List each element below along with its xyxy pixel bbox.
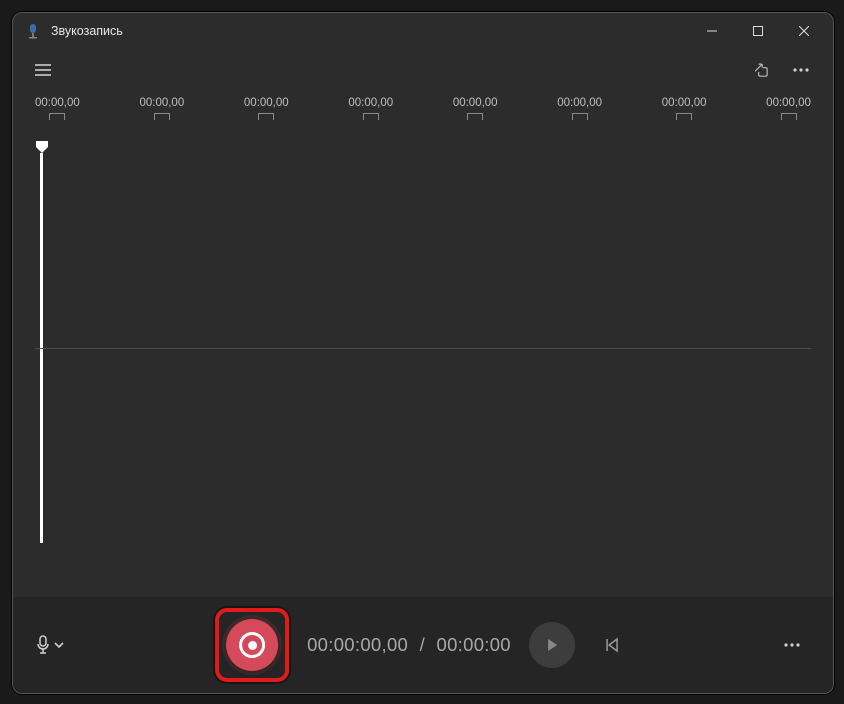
titlebar: Звукозапись	[13, 13, 833, 49]
transport-bar: 00:00:00,00 / 00:00:00	[13, 597, 833, 693]
maximize-button[interactable]	[735, 15, 781, 47]
minimize-button[interactable]	[689, 15, 735, 47]
share-button[interactable]	[741, 52, 781, 88]
close-button[interactable]	[781, 15, 827, 47]
app-window: Звукозапись 00:00,00 00:00,00 00:	[12, 12, 834, 694]
command-bar	[13, 49, 833, 91]
mic-icon	[35, 635, 51, 655]
ruler-tick: 00:00,00	[35, 97, 80, 127]
more-button-top[interactable]	[781, 52, 821, 88]
ruler-tick: 00:00,00	[453, 97, 498, 127]
ruler-tick: 00:00,00	[244, 97, 289, 127]
time-separator: /	[420, 634, 425, 655]
more-button-bottom[interactable]	[773, 626, 811, 664]
app-icon	[25, 23, 41, 39]
window-controls	[689, 15, 827, 47]
play-button[interactable]	[529, 622, 575, 668]
record-button-wrap	[215, 608, 289, 682]
mic-selector[interactable]	[35, 635, 65, 655]
waveform-area[interactable]	[35, 153, 811, 543]
waveform-midline	[35, 348, 811, 349]
ruler-tick: 00:00,00	[662, 97, 707, 127]
ruler-tick: 00:00,00	[139, 97, 184, 127]
timeline-ruler[interactable]: 00:00,00 00:00,00 00:00,00 00:00,00 00:0…	[13, 97, 833, 127]
app-title: Звукозапись	[51, 24, 689, 38]
chevron-down-icon	[53, 639, 65, 651]
ruler-tick: 00:00,00	[766, 97, 811, 127]
time-total: 00:00:00	[436, 634, 510, 655]
time-display: 00:00:00,00 / 00:00:00	[307, 634, 511, 656]
time-current: 00:00:00,00	[307, 634, 408, 655]
hamburger-button[interactable]	[25, 52, 61, 88]
playhead[interactable]	[35, 141, 49, 153]
record-highlight	[215, 608, 289, 682]
ruler-tick: 00:00,00	[557, 97, 602, 127]
ruler-tick: 00:00,00	[348, 97, 393, 127]
skip-previous-button[interactable]	[593, 626, 631, 664]
